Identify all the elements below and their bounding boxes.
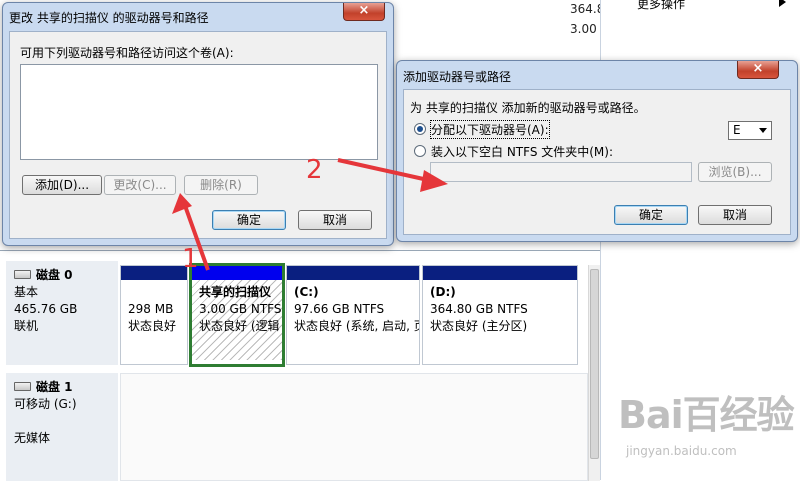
disk-map: 磁盘 0 基本 465.76 GB 联机 298 MB 状态良好 共享的扫描仪 … <box>0 250 600 481</box>
partition-bar <box>423 266 577 280</box>
partition-title: (C:) <box>294 285 319 299</box>
disk-1-body <box>120 373 588 481</box>
disk-map-scrollbar[interactable] <box>588 265 600 481</box>
partition-status: 状态良好 (系统, 启动, 页 <box>294 319 420 333</box>
dialog-titlebar[interactable]: 更改 共享的扫描仪 的驱动器号和路径 × <box>3 3 393 31</box>
dialog-client: 可用下列驱动器号和路径访问这个卷(A): 添加(D)... 更改(C)... 删… <box>9 31 387 239</box>
add-button[interactable]: 添加(D)... <box>22 175 102 195</box>
browse-button[interactable]: 浏览(B)... <box>698 162 772 182</box>
mount-folder-radio[interactable] <box>414 145 426 157</box>
disk-icon <box>14 270 31 279</box>
ok-button[interactable]: 确定 <box>212 210 286 230</box>
disk-name: 磁盘 1 <box>36 380 73 394</box>
disk-type: 可移动 (G:) <box>14 397 77 411</box>
change-drive-letter-dialog: 更改 共享的扫描仪 的驱动器号和路径 × 可用下列驱动器号和路径访问这个卷(A)… <box>2 2 394 246</box>
mount-folder-label[interactable]: 装入以下空白 NTFS 文件夹中(M): <box>431 143 613 160</box>
add-drive-letter-dialog: 添加驱动器号或路径 × 为 共享的扫描仪 添加新的驱动器号或路径。 分配以下驱动… <box>396 60 798 242</box>
disk-name: 磁盘 0 <box>36 268 73 282</box>
disk-1-label[interactable]: 磁盘 1 可移动 (G:) 无媒体 <box>6 373 118 481</box>
partition-shared-scanner[interactable]: 共享的扫描仪 3.00 GB NTFS 状态良好 (逻辑 <box>189 263 285 367</box>
ok-button[interactable]: 确定 <box>614 205 688 225</box>
folder-path-input[interactable] <box>430 162 692 182</box>
disk-status: 无媒体 <box>14 431 51 445</box>
partition-title: 共享的扫描仪 <box>199 285 272 299</box>
cancel-button[interactable]: 取消 <box>298 210 372 230</box>
dialog-titlebar[interactable]: 添加驱动器号或路径 × <box>397 61 797 89</box>
partition-status: 状态良好 <box>128 319 177 333</box>
close-icon[interactable]: × <box>737 61 779 79</box>
baidu-watermark: Bai百经验 jingyan.baidu.com <box>618 384 795 458</box>
dialog-title: 添加驱动器号或路径 <box>403 70 512 84</box>
partition-size: 3.00 GB NTFS <box>199 302 282 316</box>
step-2-label: 2 <box>306 155 323 185</box>
partition-c[interactable]: (C:) 97.66 GB NTFS 状态良好 (系统, 启动, 页 <box>286 265 420 365</box>
assign-letter-radio[interactable] <box>414 123 426 135</box>
partition-size: 364.80 GB NTFS <box>430 302 528 316</box>
drive-letter-select[interactable]: E <box>728 121 772 140</box>
disk-type: 基本 <box>14 285 39 299</box>
partition-d[interactable]: (D:) 364.80 GB NTFS 状态良好 (主分区) <box>422 265 578 365</box>
volume-size-value: 3.00 <box>570 22 597 36</box>
remove-button[interactable]: 删除(R) <box>184 175 258 195</box>
scrollbar-thumb[interactable] <box>590 269 599 459</box>
partition-bar <box>192 266 282 280</box>
chevron-down-icon <box>759 128 767 133</box>
watermark-url: jingyan.baidu.com <box>626 444 737 458</box>
watermark-logo: Bai百经验 <box>618 393 795 437</box>
partition-title: (D:) <box>430 285 456 299</box>
step-1-label: 1 <box>182 244 199 274</box>
drive-paths-list[interactable] <box>20 64 378 160</box>
partition-size: 97.66 GB NTFS <box>294 302 385 316</box>
dialog-description: 为 共享的扫描仪 添加新的驱动器号或路径。 <box>410 101 646 115</box>
disk-icon <box>14 382 31 391</box>
partition-status: 状态良好 (逻辑 <box>199 319 280 333</box>
dialog-client: 为 共享的扫描仪 添加新的驱动器号或路径。 分配以下驱动器号(A): E 装入以… <box>403 89 791 235</box>
disk-status: 联机 <box>14 319 39 333</box>
partition-bar <box>287 266 419 280</box>
partition-recovery[interactable]: 298 MB 状态良好 <box>120 265 188 365</box>
partition-size: 298 MB <box>128 302 174 316</box>
disk-0-label[interactable]: 磁盘 0 基本 465.76 GB 联机 <box>6 261 118 365</box>
dialog-title: 更改 共享的扫描仪 的驱动器号和路径 <box>9 11 209 25</box>
close-icon[interactable]: × <box>343 3 385 21</box>
cancel-button[interactable]: 取消 <box>698 205 772 225</box>
partition-bar <box>121 266 187 280</box>
more-actions-link[interactable]: 更多操作 <box>637 0 685 12</box>
volume-paths-label: 可用下列驱动器号和路径访问这个卷(A): <box>20 46 234 60</box>
disk-size: 465.76 GB <box>14 302 78 316</box>
expand-arrow-icon[interactable] <box>779 0 786 7</box>
change-button[interactable]: 更改(C)... <box>104 175 176 195</box>
assign-letter-label[interactable]: 分配以下驱动器号(A): <box>430 120 550 139</box>
drive-letter-value: E <box>733 123 741 137</box>
partition-status: 状态良好 (主分区) <box>430 319 528 333</box>
